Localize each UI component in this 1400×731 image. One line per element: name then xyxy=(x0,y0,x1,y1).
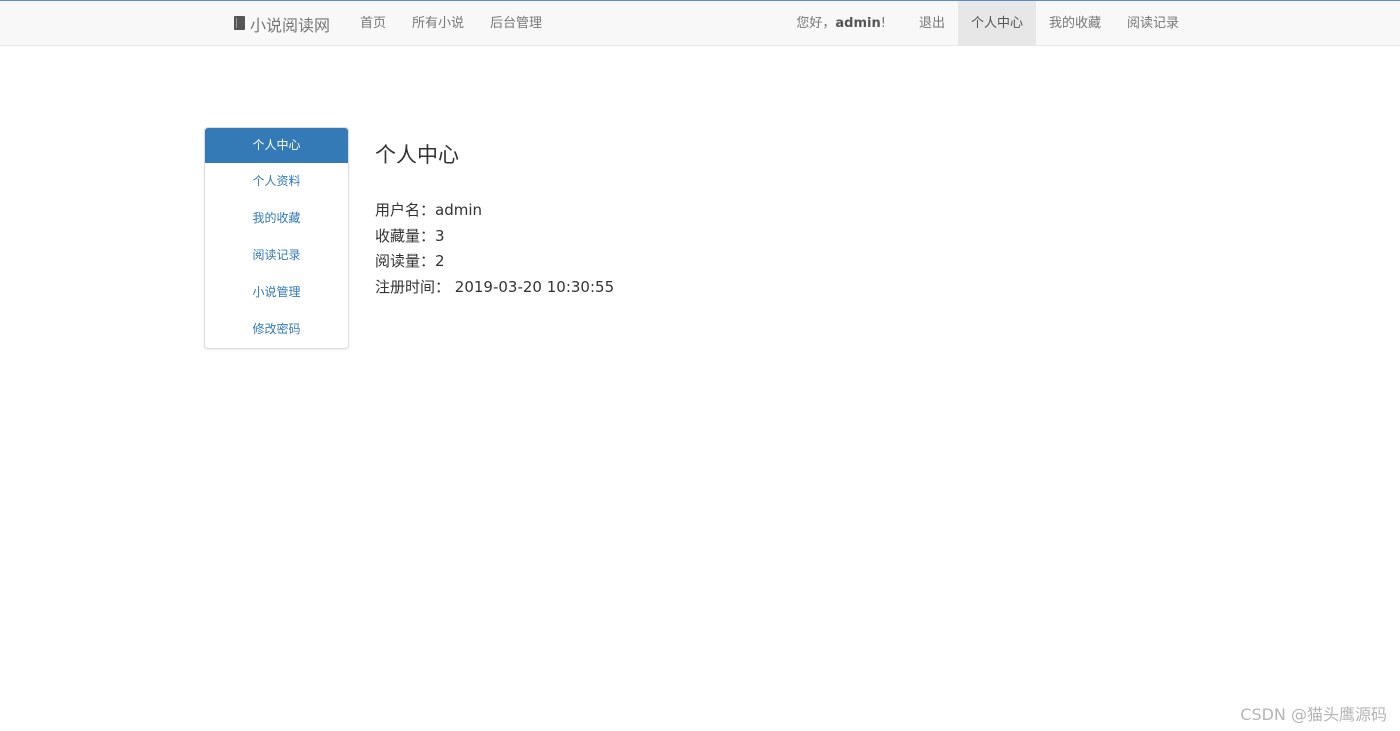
book-icon xyxy=(234,15,245,30)
greeting-suffix: ! xyxy=(880,16,886,31)
username-row: 用户名：admin xyxy=(375,198,614,224)
top-navbar: 小说阅读网 首页 所有小说 后台管理 您好，admin! 退出 个人中心 我的收… xyxy=(0,0,1400,46)
nav-all-novels[interactable]: 所有小说 xyxy=(399,1,477,46)
nav-admin[interactable]: 后台管理 xyxy=(477,1,555,46)
sidebar-item-personal-center[interactable]: 个人中心 xyxy=(205,128,348,163)
sidebar-item-change-password[interactable]: 修改密码 xyxy=(205,311,348,348)
user-greeting: 您好，admin! xyxy=(783,1,906,46)
favorites-row: 收藏量：3 xyxy=(375,224,614,250)
sidebar-menu: 个人中心 个人资料 我的收藏 阅读记录 小说管理 修改密码 xyxy=(204,127,349,349)
username-label: 用户名： xyxy=(375,201,436,219)
page-title: 个人中心 xyxy=(375,143,459,167)
nav-my-favorites[interactable]: 我的收藏 xyxy=(1036,1,1114,46)
reads-row: 阅读量：2 xyxy=(375,249,614,275)
favorites-value: 3 xyxy=(435,226,445,245)
registered-row: 注册时间： 2019-03-20 10:30:55 xyxy=(375,275,614,301)
nav-reading-history[interactable]: 阅读记录 xyxy=(1114,1,1192,46)
greeting-username: admin xyxy=(835,16,881,31)
watermark: CSDN @猫头鹰源码 xyxy=(1240,705,1387,724)
nav-left: 首页 所有小说 后台管理 xyxy=(347,1,555,46)
reads-label: 阅读量： xyxy=(375,252,436,270)
sidebar-item-profile[interactable]: 个人资料 xyxy=(205,163,348,200)
sidebar-item-novel-management[interactable]: 小说管理 xyxy=(205,274,348,311)
brand-link[interactable]: 小说阅读网 xyxy=(234,1,330,46)
greeting-prefix: 您好， xyxy=(796,16,836,31)
nav-logout[interactable]: 退出 xyxy=(906,1,958,46)
sidebar-item-reading-history[interactable]: 阅读记录 xyxy=(205,237,348,274)
registered-label: 注册时间： xyxy=(375,277,451,296)
registered-value: 2019-03-20 10:30:55 xyxy=(454,277,615,296)
brand-title: 小说阅读网 xyxy=(250,15,331,35)
main-content: 个人中心 用户名：admin 收藏量：3 阅读量：2 注册时间： 2019-03… xyxy=(375,140,614,300)
nav-right: 您好，admin! 退出 个人中心 我的收藏 阅读记录 xyxy=(783,1,1192,46)
nav-personal-center[interactable]: 个人中心 xyxy=(957,1,1036,46)
user-info: 用户名：admin 收藏量：3 阅读量：2 注册时间： 2019-03-20 1… xyxy=(375,198,614,300)
nav-home[interactable]: 首页 xyxy=(347,1,399,46)
favorites-label: 收藏量： xyxy=(375,226,436,245)
sidebar-item-favorites[interactable]: 我的收藏 xyxy=(205,200,348,237)
username-value: admin xyxy=(435,201,483,219)
reads-value: 2 xyxy=(435,252,445,270)
